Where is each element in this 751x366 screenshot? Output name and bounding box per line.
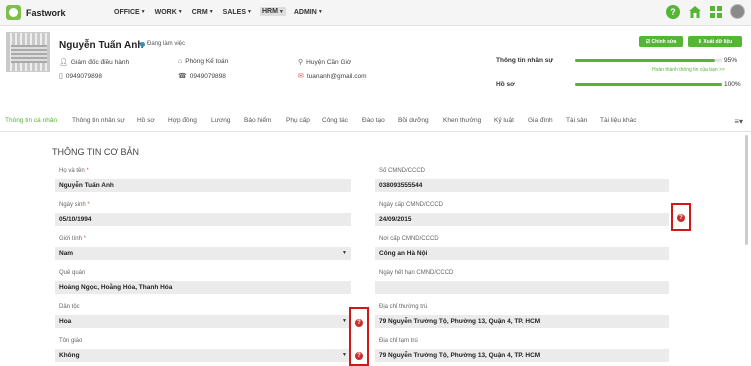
file-percent: 100% [724,81,741,88]
gender-label: Giới tính * [59,236,86,242]
section-title: THÔNG TIN CƠ BẢN [52,147,140,157]
menu-admin[interactable]: ADMIN ▼ [293,8,324,16]
id-issue-place-label: Nơi cấp CMND/CCCD [379,236,439,242]
file-progress-fill [575,83,722,86]
tab-salary[interactable]: Lương [211,117,230,124]
tab-other-documents[interactable]: Tài liệu khác [600,117,637,124]
dropdown-arrow-icon: ▼ [342,318,347,324]
caret-down-icon: ▼ [247,9,252,15]
dob-field[interactable]: 05/10/1994 [55,213,351,226]
temp-address-field[interactable]: 79 Nguyễn Trường Tộ, Phường 13, Quận 4, … [375,349,669,362]
religion-label: Tôn giáo [59,338,83,344]
fastwork-logo-icon [6,5,21,20]
status-dot-icon [140,41,145,47]
id-issue-place-field[interactable]: Công an Hà Nội [375,247,669,260]
temp-address-label: Địa chỉ tạm trú [379,338,418,344]
user-icon: 👤︎ [59,59,68,66]
mail-icon: ✉ [298,73,304,80]
gender-select[interactable]: Nam ▼ [55,247,351,260]
profile-tabs: Thông tin cá nhân Thông tin nhân sự Hồ s… [0,112,751,132]
tab-insurance[interactable]: Bảo hiểm [244,117,271,124]
help-icon[interactable]: ? [355,352,363,360]
tab-contracts[interactable]: Hợp đồng [168,117,197,124]
app-name: Fastwork [26,7,66,18]
caret-down-icon: ▼ [317,9,323,15]
file-label: Hồ sơ [496,81,515,88]
edit-button[interactable]: ☑ Chỉnh sửa [639,36,683,47]
menu-sales[interactable]: SALES ▼ [222,8,253,16]
tab-records[interactable]: Hồ sơ [137,117,155,124]
id-number-label: Số CMND/CCCD [379,168,426,174]
profile-phone-mobile: ▯ 0949079898 [59,72,103,81]
caret-down-icon: ▼ [177,9,183,15]
id-issue-date-label: Ngày cấp CMND/CCCD [379,202,444,208]
tab-rewards[interactable]: Khen thưởng [443,117,481,124]
hr-info-progress [575,59,722,62]
id-expiry-label: Ngày hết hạn CMND/CCCD [379,270,454,276]
religion-select[interactable]: Không ▼ [55,349,351,362]
help-icon[interactable]: ? [677,214,685,222]
id-number-field[interactable]: 038093555544 [375,179,669,192]
menu-crm[interactable]: CRM ▼ [191,8,215,16]
ethnicity-select[interactable]: Hoa ▼ [55,315,351,328]
menu-work[interactable]: WORK ▼ [154,8,184,16]
dropdown-arrow-icon: ▼ [342,250,347,256]
app-logo[interactable]: Fastwork [6,5,66,20]
telephone-icon: ☎ [178,73,187,80]
ethnicity-label: Dân tộc [59,304,80,310]
profile-phone-desk: ☎ 0949079898 [178,72,226,81]
id-issue-date-field[interactable]: 24/09/2015 [375,213,669,226]
permanent-address-field[interactable]: 79 Nguyễn Trường Tộ, Phường 13, Quận 4, … [375,315,669,328]
tab-hr-info[interactable]: Thông tin nhân sự [72,117,125,124]
scrollbar[interactable] [745,135,748,245]
permanent-address-label: Địa chỉ thường trú [379,304,428,310]
map-marker-icon: ⚲ [298,59,304,66]
hr-info-label: Thông tin nhân sự [496,57,554,64]
profile-name: Nguyễn Tuấn Anh [59,40,144,51]
fullname-label: Họ và tên * [59,168,89,174]
menu-office[interactable]: OFFICE ▼ [113,8,147,16]
hometown-field[interactable]: Hoàng Ngọc, Hoằng Hóa, Thanh Hóa [55,281,351,294]
dob-label: Ngày sinh * [59,202,90,208]
profile-department: ⌂ Phòng Kế toán [178,58,229,65]
tab-allowance[interactable]: Phụ cấp [286,117,310,124]
complete-info-link[interactable]: Hoàn thành thông tin của bạn >> [652,67,725,73]
hr-info-progress-fill [575,59,715,62]
help-icon[interactable]: ? [666,4,680,19]
tab-family[interactable]: Gia đình [528,117,553,124]
profile-location: ⚲ Huyện Cần Giờ [298,58,352,67]
profile-email[interactable]: ✉ tuananh@gmail.com [298,72,367,81]
main-menu: OFFICE ▼ WORK ▼ CRM ▼ SALES ▼ HRM ▼ ADMIN ▼ [113,7,324,16]
dropdown-arrow-icon: ▼ [342,352,347,358]
home-icon[interactable] [688,5,702,19]
tab-development[interactable]: Bồi dưỡng [398,117,429,124]
caret-down-icon: ▼ [140,9,146,15]
hr-info-percent: 95% [724,57,738,64]
help-icon[interactable]: ? [355,319,363,327]
user-avatar[interactable] [730,4,745,19]
tab-business-trip[interactable]: Công tác [322,117,348,124]
profile-position: 👤︎ Giám đốc điều hành [59,58,130,67]
tabs-menu-icon[interactable]: ≡▾ [734,117,743,126]
building-icon: ⌂ [178,58,183,65]
top-navbar: Fastwork OFFICE ▼ WORK ▼ CRM ▼ SALES ▼ HRM ▼ … [0,0,751,26]
hometown-label: Quê quán [59,270,86,276]
status-badge: Đang làm việc [140,41,185,47]
menu-hrm[interactable]: HRM ▼ [259,7,286,16]
mobile-phone-icon: ▯ [59,73,63,80]
fullname-field[interactable]: Nguyễn Tuấn Anh [55,179,351,192]
caret-down-icon: ▼ [278,8,284,15]
tab-training[interactable]: Đào tạo [362,117,385,124]
top-icons: ? [666,4,745,19]
tab-personal-info[interactable]: Thông tin cá nhân [5,117,57,124]
profile-header: Nguyễn Tuấn Anh Đang làm việc 👤︎ Giám đốc… [0,26,751,102]
caret-down-icon: ▼ [208,9,214,15]
tab-assets[interactable]: Tài sản [566,117,587,124]
export-data-button[interactable]: ⬇ Xuất dữ liệu [688,36,742,47]
profile-photo [6,32,50,72]
apps-grid-icon[interactable] [710,5,722,18]
tab-discipline[interactable]: Kỷ luật [494,117,514,124]
file-progress [575,83,722,86]
id-expiry-field[interactable] [375,281,669,294]
